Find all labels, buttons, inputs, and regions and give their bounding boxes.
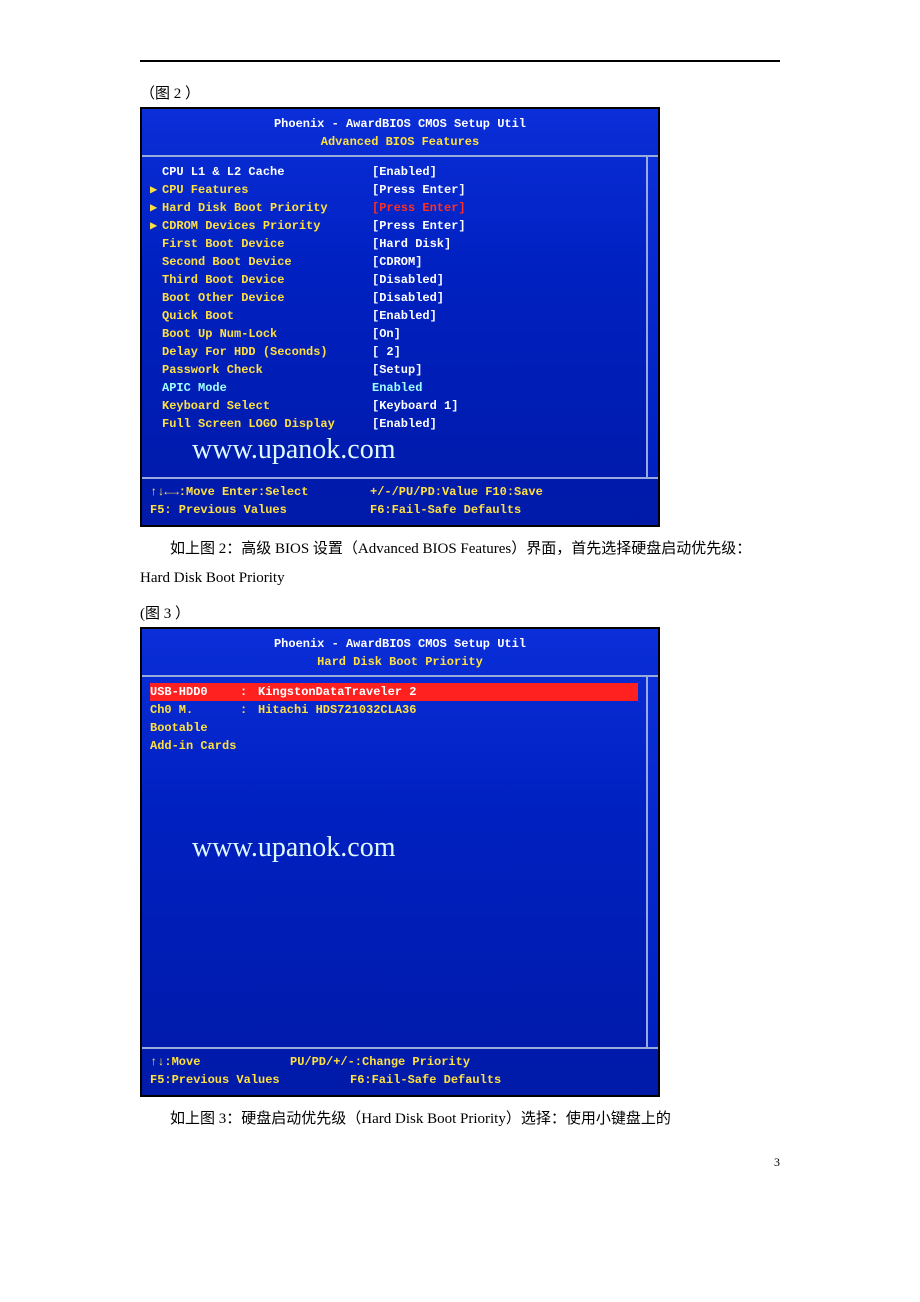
bios3-header: Phoenix - AwardBIOS CMOS Setup Util Hard… (142, 629, 658, 675)
bios2-header: Phoenix - AwardBIOS CMOS Setup Util Adva… (142, 109, 658, 155)
bios3-hint-move: ↑↓:Move (150, 1053, 290, 1071)
option-value: [Enabled] (372, 415, 437, 433)
bios-option-row[interactable]: Boot Up Num-Lock[On] (150, 325, 638, 343)
bios-option-row[interactable]: Passwork Check[Setup] (150, 361, 638, 379)
bios3-list: www.upanok.com USB-HDD0:KingstonDataTrav… (142, 677, 648, 1047)
bios2-title-1: Phoenix - AwardBIOS CMOS Setup Util (146, 115, 654, 133)
option-value: [Keyboard 1] (372, 397, 458, 415)
bios-option-row[interactable]: Quick Boot[Enabled] (150, 307, 638, 325)
option-value: [Press Enter] (372, 217, 466, 235)
bios2-side-panel (648, 157, 658, 477)
option-value: [Setup] (372, 361, 422, 379)
bios-option-row[interactable]: Delay For HDD (Seconds)[ 2] (150, 343, 638, 361)
page-number: 3 (774, 1155, 780, 1170)
bios-option-row[interactable]: ▶CPU Features[Press Enter] (150, 181, 638, 199)
priority-device: Ch0 M. (150, 701, 240, 719)
priority-model: Hitachi HDS721032CLA36 (258, 701, 416, 719)
option-value: [Enabled] (372, 307, 437, 325)
bios2-hint-move: ↑↓←→:Move Enter:Select (150, 483, 370, 501)
option-value: [Hard Disk] (372, 235, 451, 253)
bios-priority-row[interactable]: Ch0 M.:Hitachi HDS721032CLA36 (150, 701, 638, 719)
bios3-title-2: Hard Disk Boot Priority (146, 653, 654, 671)
bios2-hint-defaults: F6:Fail-Safe Defaults (370, 501, 521, 519)
bios-figure-3: Phoenix - AwardBIOS CMOS Setup Util Hard… (140, 627, 660, 1097)
top-rule (140, 60, 780, 62)
option-label: Keyboard Select (162, 397, 372, 415)
option-label: Boot Up Num-Lock (162, 325, 372, 343)
bios-priority-row[interactable]: USB-HDD0:KingstonDataTraveler 2 (150, 683, 638, 701)
option-label: CPU Features (162, 181, 372, 199)
bios-option-row[interactable]: APIC Mode Enabled (150, 379, 638, 397)
bios3-hint-defaults: F6:Fail-Safe Defaults (350, 1071, 501, 1089)
option-value: [ 2] (372, 343, 401, 361)
triangle-icon: ▶ (150, 217, 162, 235)
option-label: First Boot Device (162, 235, 372, 253)
option-label: Full Screen LOGO Display (162, 415, 372, 433)
separator: : (240, 701, 258, 719)
figure-3-caption: (图 3 ） (140, 602, 780, 623)
priority-model: KingstonDataTraveler 2 (258, 683, 416, 701)
triangle-icon: ▶ (150, 181, 162, 199)
text-after-fig3: 如上图 3：硬盘启动优先级（Hard Disk Boot Priority）选择… (140, 1105, 780, 1134)
option-label: Hard Disk Boot Priority (162, 199, 372, 217)
bios-figure-2: Phoenix - AwardBIOS CMOS Setup Util Adva… (140, 107, 660, 527)
bios2-hint-value: +/-/PU/PD:Value F10:Save (370, 483, 543, 501)
bios2-footer: ↑↓←→:Move Enter:Select +/-/PU/PD:Value F… (142, 479, 658, 525)
bios2-hint-prev: F5: Previous Values (150, 501, 370, 519)
option-label: Delay For HDD (Seconds) (162, 343, 372, 361)
bios3-footer: ↑↓:Move PU/PD/+/-:Change Priority F5:Pre… (142, 1049, 658, 1095)
separator: : (240, 683, 258, 701)
option-label: Passwork Check (162, 361, 372, 379)
bios-option-row[interactable]: Full Screen LOGO Display[Enabled] (150, 415, 638, 433)
bios-option-row[interactable]: First Boot Device[Hard Disk] (150, 235, 638, 253)
option-label: Third Boot Device (162, 271, 372, 289)
bios3-side-panel (648, 677, 658, 1047)
option-value: [On] (372, 325, 401, 343)
bios-option-row[interactable]: Keyboard Select[Keyboard 1] (150, 397, 638, 415)
figure-2-caption: （图 2 ） (140, 82, 780, 103)
bios3-title-1: Phoenix - AwardBIOS CMOS Setup Util (146, 635, 654, 653)
option-label: CDROM Devices Priority (162, 217, 372, 235)
option-value: [CDROM] (372, 253, 422, 271)
option-value: [Press Enter] (372, 199, 466, 217)
option-label: Boot Other Device (162, 289, 372, 307)
bios3-hint-prev: F5:Previous Values (150, 1071, 350, 1089)
bios-option-row[interactable]: Second Boot Device[CDROM] (150, 253, 638, 271)
option-label: Quick Boot (162, 307, 372, 325)
priority-device: USB-HDD0 (150, 683, 240, 701)
bios2-options: www.upanok.com CPU L1 & L2 Cache[Enabled… (142, 157, 648, 477)
option-label: CPU L1 & L2 Cache (162, 163, 372, 181)
option-label: Second Boot Device (162, 253, 372, 271)
bios-option-row[interactable]: CPU L1 & L2 Cache[Enabled] (150, 163, 638, 181)
option-value: [Disabled] (372, 289, 444, 307)
bios-option-row[interactable]: ▶CDROM Devices Priority[Press Enter] (150, 217, 638, 235)
option-value: [Disabled] (372, 271, 444, 289)
text-after-fig2: 如上图 2：高级 BIOS 设置（Advanced BIOS Features）… (140, 535, 780, 592)
option-value: [Press Enter] (372, 181, 466, 199)
bios3-hint-change: PU/PD/+/-:Change Priority (290, 1053, 470, 1071)
option-label: APIC Mode (162, 379, 372, 397)
triangle-icon: ▶ (150, 199, 162, 217)
bios2-title-2: Advanced BIOS Features (146, 133, 654, 151)
bios-priority-row[interactable]: Bootable Add-in Cards (150, 719, 638, 755)
bios-option-row[interactable]: Boot Other Device[Disabled] (150, 289, 638, 307)
option-value: [Enabled] (372, 163, 437, 181)
watermark: www.upanok.com (192, 429, 395, 471)
watermark: www.upanok.com (192, 827, 395, 869)
priority-device: Bootable Add-in Cards (150, 719, 240, 755)
bios-option-row[interactable]: Third Boot Device[Disabled] (150, 271, 638, 289)
option-value: Enabled (372, 379, 422, 397)
bios-option-row[interactable]: ▶Hard Disk Boot Priority[Press Enter] (150, 199, 638, 217)
